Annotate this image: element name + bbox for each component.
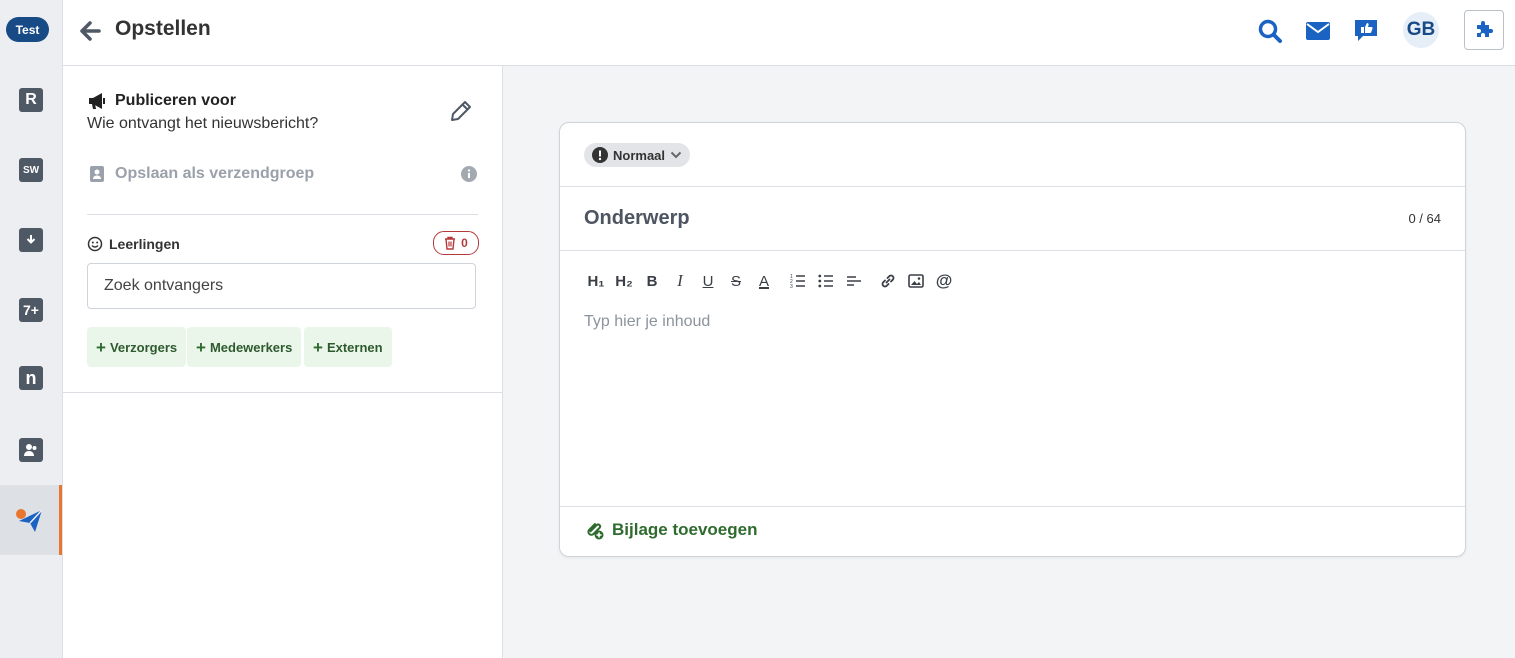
divider [560,186,1465,187]
recipients-group-label: Leerlingen [109,236,180,252]
mail-icon[interactable] [1303,16,1333,46]
italic-button[interactable]: I [666,270,694,292]
priority-value: Normaal [613,147,666,163]
rail-item-nieuws[interactable]: n [0,345,62,411]
rail-item-leerlingen[interactable] [0,417,62,483]
bullet-list-button[interactable] [812,270,840,292]
puzzle-icon [1477,21,1493,37]
search-recipients-input[interactable] [87,263,476,309]
berichten-send-icon [15,505,45,535]
divider [560,250,1465,251]
leerlingen-icon [19,438,43,462]
content-editor[interactable]: Typ hier je inhoud [584,313,710,331]
recipients-count: 0 [461,236,468,250]
megaphone-icon [87,91,107,111]
paperclip-plus-icon [587,523,604,540]
bullet-list-icon [818,274,833,288]
exclamation-icon [592,147,608,163]
info-icon[interactable] [461,166,477,182]
heading1-button[interactable]: H₁ [582,270,610,292]
address-book-icon [88,165,106,183]
rail-item-cijfers[interactable]: 7+ [0,277,62,343]
agenda-download-icon [19,228,43,252]
underline-button[interactable]: U [694,270,722,292]
priority-select[interactable]: Normaal [584,143,691,167]
subject-char-counter: 0 / 64 [1408,211,1441,226]
add-medewerkers-button[interactable]: + Medewerkers [187,327,302,367]
rail-item-berichten[interactable] [0,485,62,555]
formatting-toolbar: H₁ H₂ B I U S A 123 @ [582,270,958,292]
link-icon [881,274,895,288]
chip-label: Verzorgers [109,339,178,355]
trash-icon [445,236,456,250]
chip-label: Medewerkers [209,339,293,355]
plus-icon: + [196,337,206,357]
svg-text:3: 3 [790,284,793,288]
back-arrow-icon[interactable] [77,18,103,44]
environment-badge: Test [6,17,49,42]
at-icon: @ [935,271,953,290]
nieuws-icon: n [19,366,43,390]
link-button[interactable] [874,270,902,292]
chevron-down-icon [670,151,682,159]
publish-for-title: Publiceren voor [115,92,236,109]
user-avatar[interactable]: GB [1403,12,1439,48]
add-attachment-label: Bijlage toevoegen [612,520,758,539]
bold-button[interactable]: B [638,270,666,292]
image-icon [908,274,924,288]
cijfers-icon: 7+ [19,298,43,322]
rail-item-rooster[interactable]: R [0,67,62,133]
ordered-list-icon: 123 [790,274,805,288]
top-bar: Opstellen GB [63,0,1515,66]
pencil-icon[interactable] [449,99,473,123]
page-title: Opstellen [115,17,211,40]
app-rail: Test R SW 7+ n [0,0,63,658]
divider [560,506,1465,507]
chip-label: Externen [326,339,383,355]
clear-recipients-button[interactable]: 0 [433,231,479,255]
message-editor-card: Normaal Onderwerp 0 / 64 H₁ H₂ B I U S A… [559,122,1466,557]
extension-button[interactable] [1464,10,1504,50]
ordered-list-button[interactable]: 123 [784,270,812,292]
rooster-icon: R [19,88,43,112]
heading2-button[interactable]: H₂ [610,270,638,292]
save-as-group-button[interactable]: Opslaan als verzendgroep [115,165,314,183]
align-button[interactable] [840,270,868,292]
search-icon[interactable] [1255,16,1285,46]
plus-icon: + [96,337,106,357]
publish-for-subtitle: Wie ontvangt het nieuwsbericht? [87,115,319,132]
add-verzorgers-button[interactable]: + Verzorgers [87,327,187,367]
panel-divider [63,392,502,393]
align-left-icon [847,276,861,286]
image-button[interactable] [902,270,930,292]
subject-input[interactable]: Onderwerp [584,207,690,230]
add-attachment-button[interactable]: Bijlage toevoegen [584,520,757,540]
feedback-thumbs-up-icon[interactable] [1351,16,1381,46]
add-externen-button[interactable]: + Externen [304,327,392,367]
rail-item-agenda[interactable] [0,207,62,273]
mention-button[interactable]: @ [930,270,958,292]
plus-icon: + [313,337,323,357]
smile-icon [87,236,103,252]
text-color-button[interactable]: A [750,270,778,292]
divider [87,214,478,215]
strikethrough-button[interactable]: S [722,270,750,292]
recipients-panel: Publiceren voor Wie ontvangt het nieuwsb… [63,66,503,658]
rail-item-studiewijzer[interactable]: SW [0,137,62,203]
studiewijzer-icon: SW [19,158,43,182]
